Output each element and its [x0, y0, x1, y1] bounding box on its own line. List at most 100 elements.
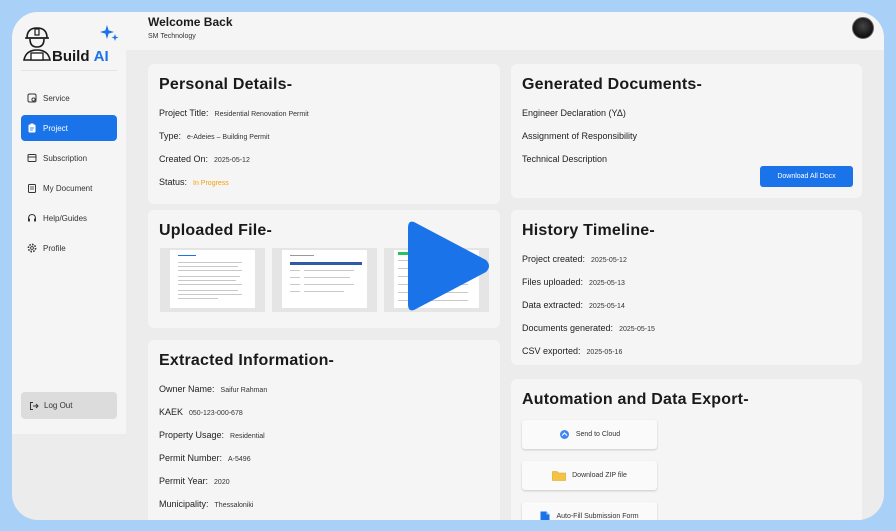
- sidebar-item-project[interactable]: Project: [21, 115, 117, 141]
- extracted-field: Owner Name: Saifur Rahman: [159, 384, 267, 394]
- event-label: Data extracted:: [522, 300, 584, 310]
- form-icon: [540, 511, 550, 520]
- field-label: Permit Year:: [159, 476, 209, 486]
- card-title: Extracted Information-: [159, 352, 335, 369]
- sidebar-item-service[interactable]: Service: [21, 85, 117, 111]
- page-title: Welcome Back: [148, 15, 233, 29]
- event-label: Documents generated:: [522, 323, 614, 333]
- brand-name-suffix: AI: [93, 48, 109, 65]
- sidebar-item-subscription[interactable]: Subscription: [21, 145, 117, 171]
- field-label: Status:: [159, 177, 188, 187]
- history-item: Data extracted: 2025-05-14: [522, 300, 625, 310]
- folder-icon: [552, 470, 566, 481]
- button-label: Download ZIP file: [572, 472, 627, 479]
- service-icon: [27, 93, 37, 103]
- history-item: Project created: 2025-05-12: [522, 254, 627, 264]
- field-value: 050-123-000-678: [189, 410, 243, 417]
- logout-icon: [29, 401, 39, 411]
- event-date: 2025-05-12: [591, 257, 627, 264]
- auto-fill-form-button[interactable]: Auto-Fill Submission Form: [522, 502, 657, 520]
- avatar[interactable]: [852, 17, 874, 39]
- event-label: Project created:: [522, 254, 586, 264]
- button-label: Send to Cloud: [575, 431, 621, 438]
- extracted-field: KAEK 050-123-000-678: [159, 407, 243, 417]
- logout-button[interactable]: Log Out: [21, 392, 117, 419]
- history-timeline-card: History Timeline- Project created: 2025-…: [511, 210, 862, 365]
- gear-icon: [27, 243, 37, 253]
- button-label: Auto-Fill Submission Form: [556, 513, 639, 520]
- document-icon: [27, 183, 37, 193]
- field-label: Created On:: [159, 154, 209, 164]
- field-label: KAEK: [159, 407, 184, 417]
- engineer-logo-icon: [23, 27, 51, 61]
- history-item: Files uploaded: 2025-05-13: [522, 277, 625, 287]
- card-title: Automation and Data Export-: [522, 391, 749, 408]
- personal-details-card: Personal Details- Project Title: Residen…: [148, 64, 500, 204]
- cloud-icon: [559, 429, 570, 440]
- extracted-field: Permit Year: 2020: [159, 476, 230, 486]
- extracted-field: Municipality: Thessaloniki: [159, 499, 253, 509]
- field-value: 2020: [214, 479, 230, 486]
- type-row: Type: e-Adeies – Building Permit: [159, 131, 270, 141]
- sparkle-icon: [100, 25, 119, 41]
- field-label: Property Usage:: [159, 430, 225, 440]
- file-thumbnail[interactable]: [160, 248, 265, 312]
- sidebar-item-label: My Document: [43, 183, 93, 193]
- field-label: Project Title:: [159, 108, 209, 118]
- document-item[interactable]: Technical Description: [522, 154, 607, 164]
- play-icon[interactable]: [406, 216, 492, 316]
- event-date: 2025-05-15: [619, 326, 655, 333]
- sidebar-item-profile[interactable]: Profile: [21, 235, 117, 261]
- field-label: Owner Name:: [159, 384, 215, 394]
- download-all-docx-button[interactable]: Download All Docx: [760, 166, 853, 187]
- field-value: Residential Renovation Permit: [214, 111, 309, 118]
- sidebar-item-label: Help/Guides: [43, 213, 88, 223]
- status-row: Status: In Progress: [159, 177, 229, 187]
- app-window: Build AI Service Project Subscription My…: [12, 12, 884, 520]
- document-item[interactable]: Engineer Declaration (ΥΔ): [522, 108, 626, 118]
- extracted-field: Permit Number: A-5496: [159, 453, 251, 463]
- card-title: Generated Documents-: [522, 76, 703, 93]
- project-title-row: Project Title: Residential Renovation Pe…: [159, 108, 309, 118]
- logo: Build AI: [22, 20, 122, 68]
- download-zip-button[interactable]: Download ZIP file: [522, 461, 657, 490]
- brand-name: Build AI: [52, 48, 109, 65]
- event-date: 2025-05-13: [589, 280, 625, 287]
- sidebar-item-label: Subscription: [43, 153, 88, 163]
- history-item: CSV exported: 2025-05-16: [522, 346, 622, 356]
- event-label: CSV exported:: [522, 346, 581, 356]
- headset-icon: [27, 213, 37, 223]
- logout-label: Log Out: [44, 401, 73, 410]
- extracted-field: Property Usage: Residential: [159, 430, 265, 440]
- company-name: SM Technology: [148, 33, 196, 40]
- document-item[interactable]: Assignment of Responsibility: [522, 131, 637, 141]
- header: Welcome Back SM Technology: [126, 12, 884, 50]
- field-value: Saifur Rahman: [220, 387, 268, 394]
- event-label: Files uploaded:: [522, 277, 584, 287]
- subscription-icon: [27, 153, 37, 163]
- automation-export-card: Automation and Data Export- Send to Clou…: [511, 379, 862, 520]
- send-to-cloud-button[interactable]: Send to Cloud: [522, 420, 657, 449]
- file-page-preview: [170, 250, 255, 308]
- card-title: Personal Details-: [159, 76, 293, 93]
- card-title: Uploaded File-: [159, 222, 273, 239]
- field-label: Permit Number:: [159, 453, 223, 463]
- field-label: Municipality:: [159, 499, 209, 509]
- sidebar-item-label: Profile: [43, 243, 66, 253]
- field-value: Thessaloniki: [214, 502, 254, 509]
- brand-name-prefix: Build: [52, 48, 90, 65]
- sidebar-item-my-document[interactable]: My Document: [21, 175, 117, 201]
- status-badge: In Progress: [193, 180, 229, 187]
- extracted-information-card: Extracted Information- Owner Name: Saifu…: [148, 340, 500, 520]
- field-value: e-Adeies – Building Permit: [187, 134, 270, 141]
- field-value: A-5496: [228, 456, 251, 463]
- sidebar-divider: [21, 70, 117, 71]
- event-date: 2025-05-14: [589, 303, 625, 310]
- sidebar-item-label: Project: [43, 123, 68, 133]
- sidebar-item-help-guides[interactable]: Help/Guides: [21, 205, 117, 231]
- clipboard-icon: [27, 123, 37, 133]
- file-thumbnail[interactable]: [272, 248, 377, 312]
- field-value: 2025-05-12: [214, 157, 250, 164]
- card-title: History Timeline-: [522, 222, 655, 239]
- history-item: Documents generated: 2025-05-15: [522, 323, 655, 333]
